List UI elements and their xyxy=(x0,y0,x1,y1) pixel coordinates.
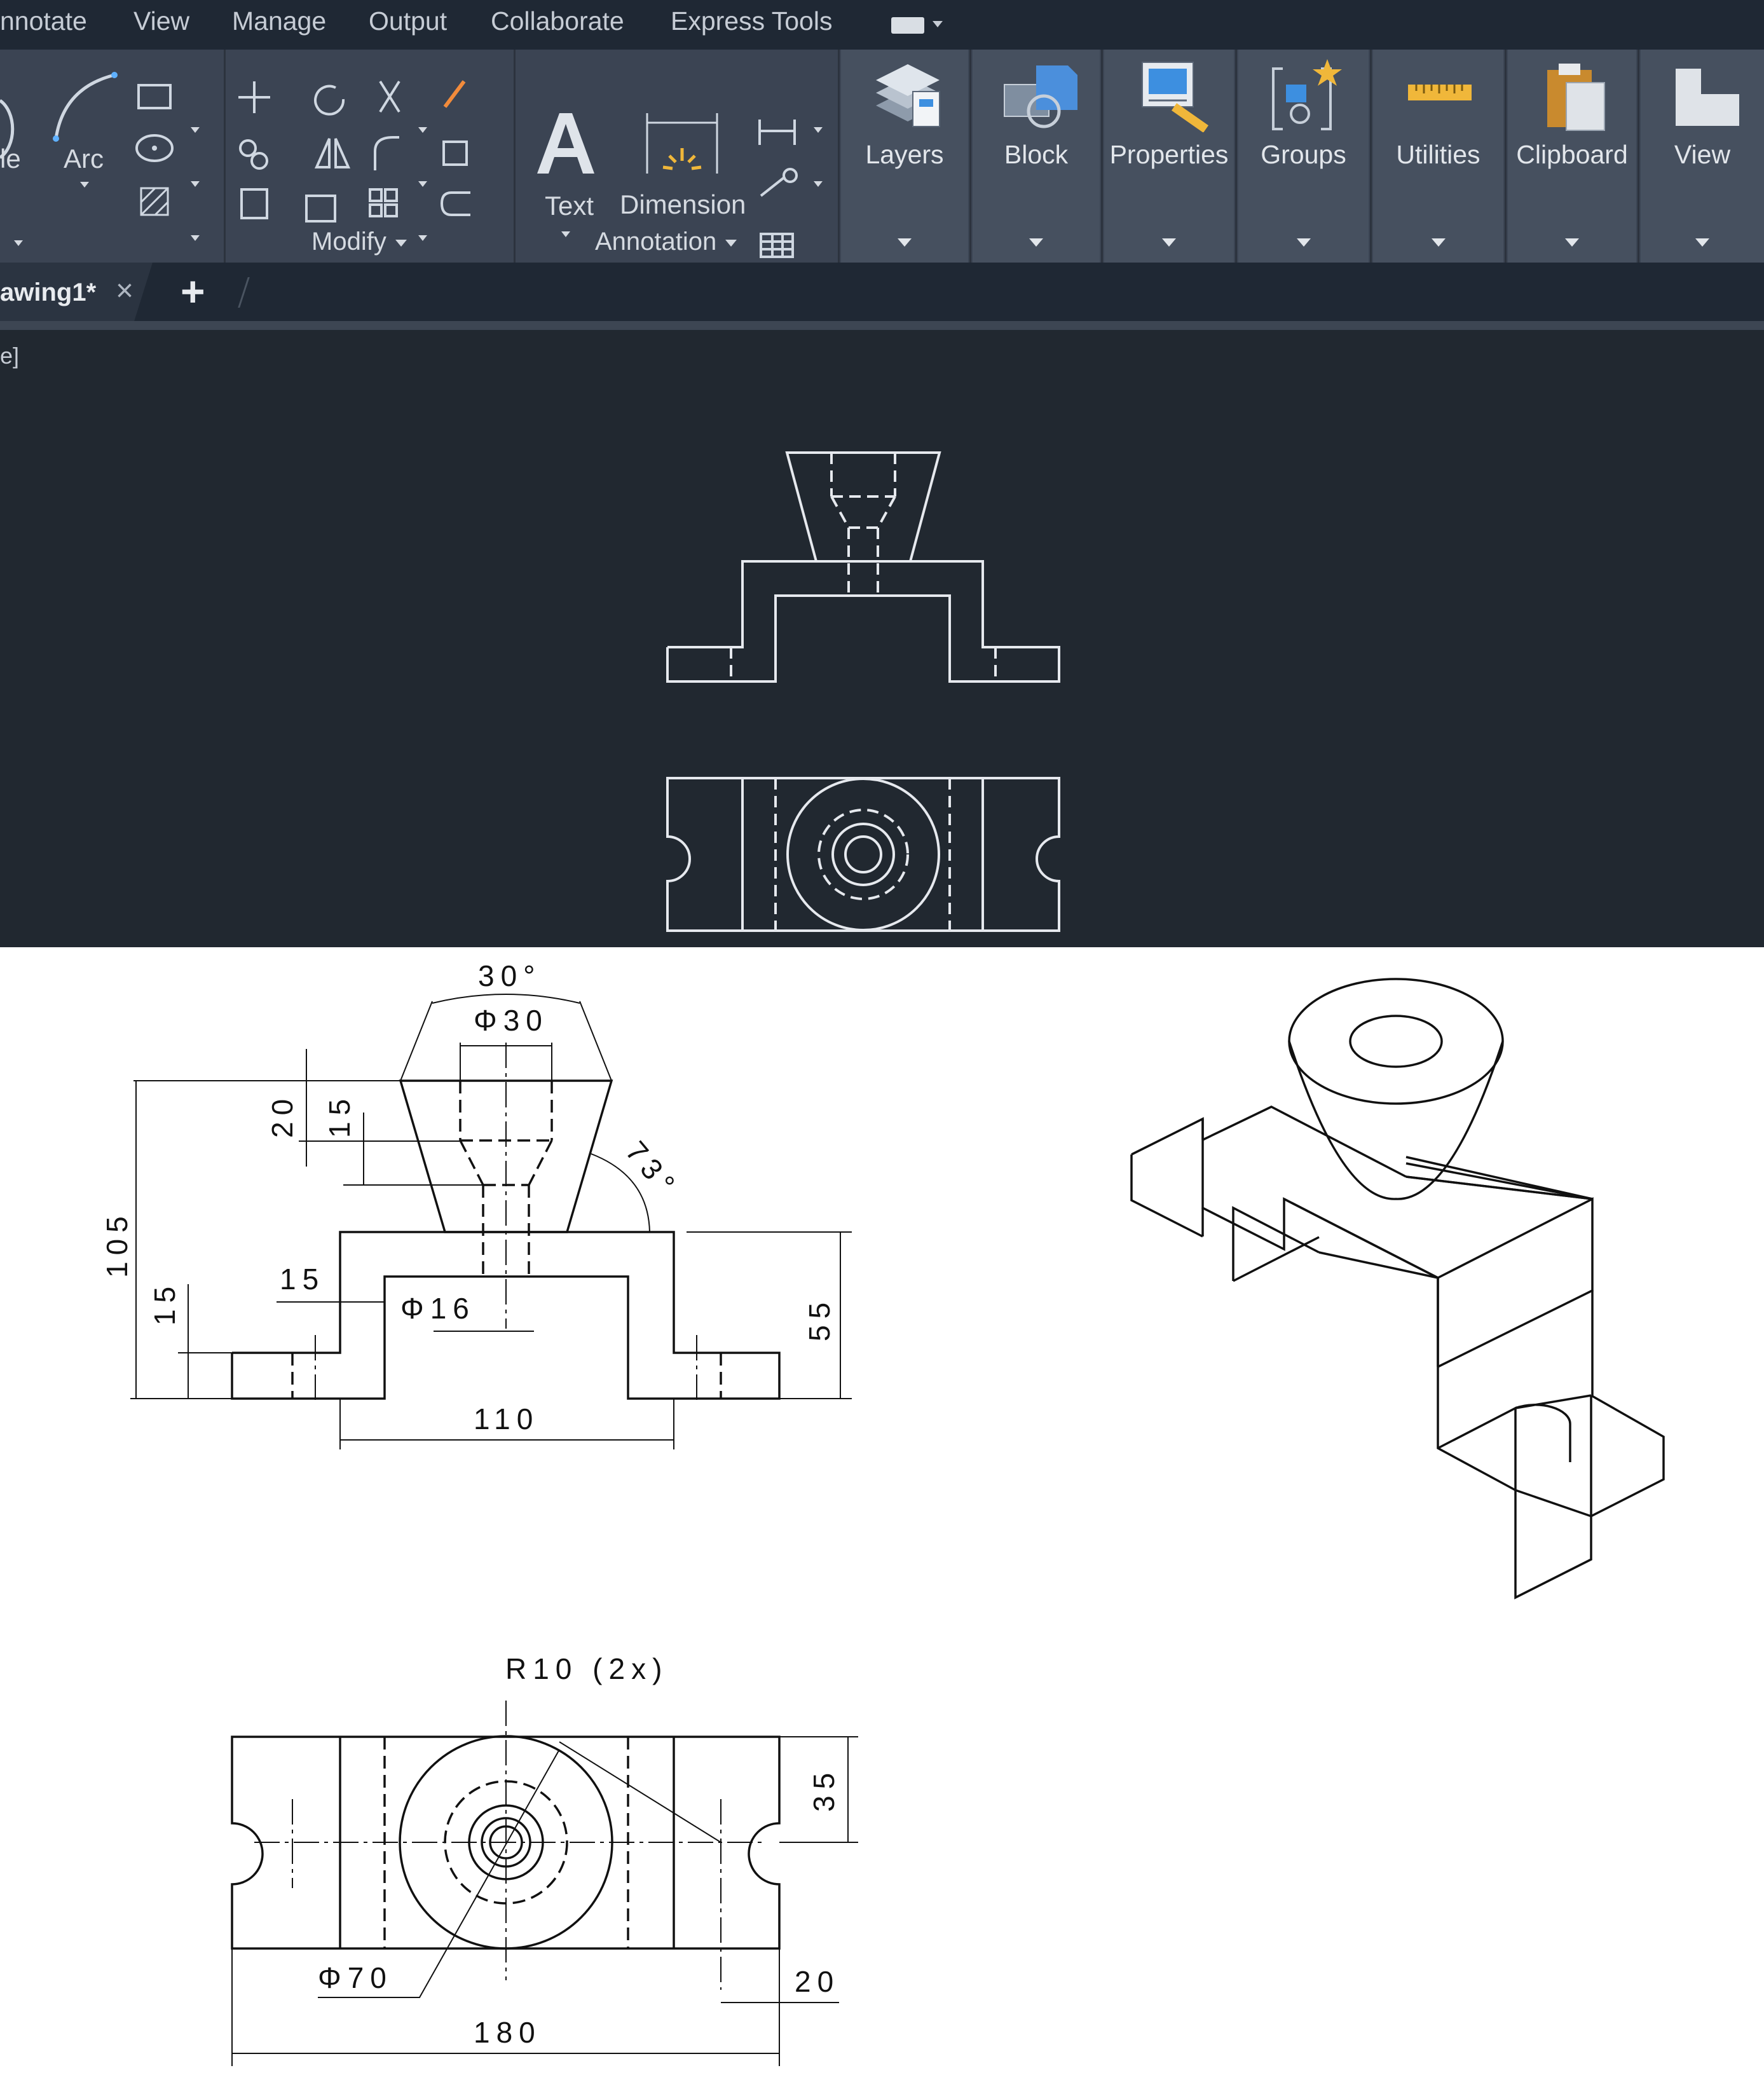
chevron-down-icon xyxy=(1296,238,1311,247)
svg-text:Φ16: Φ16 xyxy=(400,1292,475,1325)
svg-text:Φ70: Φ70 xyxy=(318,1961,393,1994)
ribbon: le Arc Modify Text Dimension Annotation … xyxy=(0,50,1764,263)
annotation-panel-title[interactable]: Annotation xyxy=(595,228,737,256)
groups-icon xyxy=(1272,59,1342,130)
svg-text:20: 20 xyxy=(795,1965,840,1998)
layers-label: Layers xyxy=(865,140,944,169)
autocad-window: nnotate View Manage Output Collaborate E… xyxy=(0,0,1764,947)
clipboard-panel[interactable]: Clipboard xyxy=(1508,50,1636,263)
properties-panel[interactable]: Properties xyxy=(1104,50,1234,263)
block-icon xyxy=(1004,65,1077,128)
chevron-down-icon xyxy=(1565,238,1579,247)
annotation-tools-icon[interactable] xyxy=(753,113,810,259)
draw-tools-icon[interactable] xyxy=(0,62,229,228)
svg-text:55: 55 xyxy=(803,1296,836,1341)
menu-express-tools[interactable]: Express Tools xyxy=(671,6,832,36)
reference-drawing: 30° Φ30 20 15 73° 105 15 15 Φ16 55 110 R… xyxy=(0,947,1764,2075)
svg-text:20: 20 xyxy=(266,1093,299,1138)
menu-annotate[interactable]: nnotate xyxy=(0,6,87,36)
draw-tool-label: le xyxy=(0,144,21,174)
properties-icon xyxy=(1142,62,1209,132)
reference-linework: 30° Φ30 20 15 73° 105 15 15 Φ16 55 110 R… xyxy=(100,959,1665,2066)
svg-text:180: 180 xyxy=(474,2016,542,2049)
svg-text:35: 35 xyxy=(807,1767,840,1812)
block-panel[interactable]: Block xyxy=(973,50,1100,263)
tab-strip xyxy=(0,321,1764,330)
svg-text:105: 105 xyxy=(100,1210,133,1278)
drawing-canvas[interactable]: e] xyxy=(0,330,1764,947)
groups-panel[interactable]: Groups xyxy=(1238,50,1369,263)
file-tab-bar xyxy=(0,263,1764,321)
arc-tool-label[interactable]: Arc xyxy=(64,144,104,174)
menu-collaborate[interactable]: Collaborate xyxy=(491,6,624,36)
text-tool-label[interactable]: Text xyxy=(545,191,594,221)
layers-icon xyxy=(876,64,940,127)
clipboard-label: Clipboard xyxy=(1516,140,1628,169)
new-tab-icon[interactable]: + xyxy=(181,267,205,315)
svg-text:110: 110 xyxy=(474,1402,539,1435)
dimension-tool-icon[interactable] xyxy=(641,110,723,180)
chevron-down-icon xyxy=(1695,238,1709,247)
block-label: Block xyxy=(1004,140,1069,169)
chevron-down-icon[interactable] xyxy=(933,21,943,27)
clipboard-icon xyxy=(1547,64,1605,131)
close-icon[interactable]: × xyxy=(116,273,133,308)
workspace-toggle-icon[interactable] xyxy=(891,17,924,34)
chevron-down-icon xyxy=(1431,238,1446,247)
properties-label: Properties xyxy=(1109,140,1229,169)
modify-tools-icon[interactable] xyxy=(229,62,509,228)
chevron-down-icon xyxy=(725,239,737,247)
chevron-down-icon xyxy=(898,238,912,247)
chevron-down-icon xyxy=(1162,238,1176,247)
svg-text:15: 15 xyxy=(148,1280,181,1325)
svg-text:15: 15 xyxy=(280,1263,325,1296)
menu-manage[interactable]: Manage xyxy=(232,6,326,36)
menu-output[interactable]: Output xyxy=(369,6,447,36)
menu-view[interactable]: View xyxy=(133,6,189,36)
view-panel[interactable]: View xyxy=(1641,50,1764,263)
layers-panel[interactable]: Layers xyxy=(841,50,968,263)
chevron-down-icon xyxy=(395,239,407,247)
svg-text:Φ30: Φ30 xyxy=(474,1004,549,1037)
svg-text:30°: 30° xyxy=(478,959,542,992)
text-tool-icon[interactable] xyxy=(531,110,601,180)
modify-panel-title[interactable]: Modify xyxy=(311,228,407,256)
menu-bar: nnotate View Manage Output Collaborate E… xyxy=(0,0,1764,50)
utilities-label: Utilities xyxy=(1396,140,1480,169)
dimension-tool-label[interactable]: Dimension xyxy=(620,189,746,220)
svg-text:R10 (2x): R10 (2x) xyxy=(505,1652,668,1685)
tab-drawing1-label[interactable]: awing1* xyxy=(0,278,96,307)
ruler-icon xyxy=(1408,85,1472,100)
svg-text:73°: 73° xyxy=(619,1135,685,1205)
chevron-down-icon xyxy=(1029,238,1043,247)
groups-label: Groups xyxy=(1261,140,1346,169)
svg-text:15: 15 xyxy=(323,1093,356,1138)
cad-linework[interactable] xyxy=(0,330,1764,947)
view-label: View xyxy=(1674,140,1731,169)
utilities-panel[interactable]: Utilities xyxy=(1373,50,1503,263)
view-icon xyxy=(1676,69,1739,126)
